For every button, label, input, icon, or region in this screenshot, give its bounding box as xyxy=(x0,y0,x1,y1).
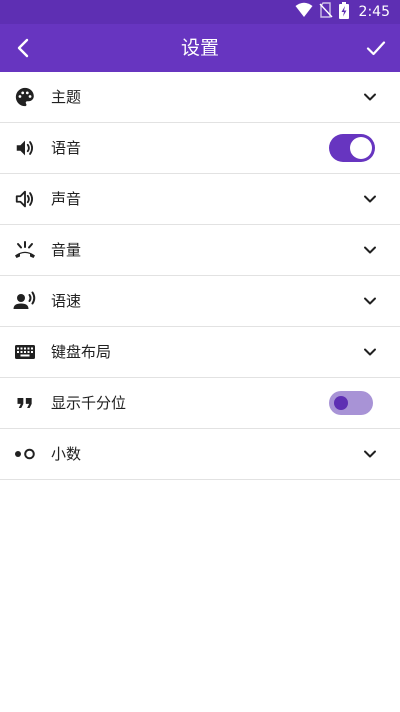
decimal-icon xyxy=(13,442,37,466)
status-icons: 2:45 xyxy=(295,1,390,23)
palette-icon xyxy=(13,85,37,109)
thousands-separator-toggle[interactable] xyxy=(329,391,373,415)
setting-label: 声音 xyxy=(51,190,82,208)
setting-label: 显示千分位 xyxy=(51,394,127,412)
setting-row-keyboard-layout[interactable]: 键盘布局 xyxy=(0,327,400,378)
check-icon xyxy=(366,41,386,56)
battery-charging-icon xyxy=(338,1,349,23)
setting-row-sound[interactable]: 声音 xyxy=(0,174,400,225)
keyboard-icon xyxy=(13,340,37,364)
status-bar: 2:45 xyxy=(0,0,400,24)
chevron-down-icon[interactable] xyxy=(362,242,378,258)
chevron-down-icon[interactable] xyxy=(362,446,378,462)
page-title: 设置 xyxy=(180,37,219,59)
volume-icon xyxy=(13,136,37,160)
format-quote-icon xyxy=(13,391,37,415)
toggle-knob xyxy=(350,137,372,159)
confirm-button[interactable] xyxy=(356,28,396,68)
setting-label: 小数 xyxy=(51,445,82,463)
chevron-down-icon[interactable] xyxy=(362,89,378,105)
setting-row-volume[interactable]: 音量 xyxy=(0,225,400,276)
chevron-down-icon[interactable] xyxy=(362,191,378,207)
voice-toggle[interactable] xyxy=(329,134,375,162)
setting-label: 主题 xyxy=(51,88,82,106)
toggle-knob xyxy=(334,396,348,410)
chevron-down-icon[interactable] xyxy=(362,293,378,309)
wifi-icon xyxy=(295,2,313,22)
app-bar: 设置 xyxy=(0,24,400,72)
ringer-volume-icon xyxy=(13,238,37,262)
setting-label: 语音 xyxy=(51,139,82,157)
setting-row-voice[interactable]: 语音 xyxy=(0,123,400,174)
setting-label: 语速 xyxy=(51,292,82,310)
volume-low-icon xyxy=(13,187,37,211)
setting-row-speech-rate[interactable]: 语速 xyxy=(0,276,400,327)
chevron-down-icon[interactable] xyxy=(362,344,378,360)
setting-row-theme[interactable]: 主题 xyxy=(0,72,400,123)
settings-list: 主题 语音 声音 音量 语速 键盘布局 显示千分位 小数 xyxy=(0,72,400,480)
setting-row-thousands-separator[interactable]: 显示千分位 xyxy=(0,378,400,429)
setting-label: 音量 xyxy=(51,241,82,259)
record-voice-icon xyxy=(13,289,37,313)
setting-label: 键盘布局 xyxy=(51,343,112,361)
status-time: 2:45 xyxy=(358,4,390,20)
setting-row-decimal[interactable]: 小数 xyxy=(0,429,400,480)
back-arrow-icon xyxy=(17,38,29,58)
no-sim-icon xyxy=(319,2,333,22)
back-button[interactable] xyxy=(4,28,44,68)
